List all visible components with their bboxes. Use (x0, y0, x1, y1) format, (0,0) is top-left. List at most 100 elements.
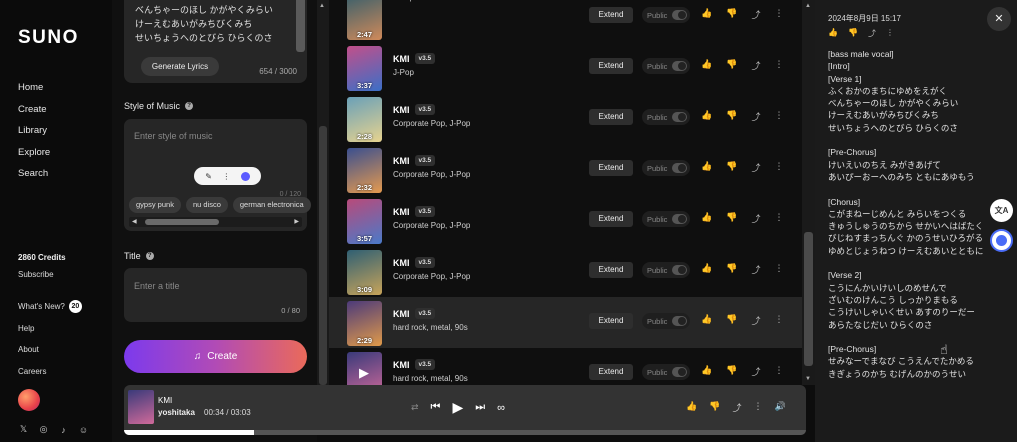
assistant-float-icon[interactable] (990, 229, 1013, 252)
share-icon[interactable]: ⤴ (751, 314, 760, 327)
thumbs-up-icon[interactable]: 👍 (701, 314, 712, 327)
song-cover[interactable]: 2:32 (347, 148, 382, 193)
close-icon[interactable]: ✕ (987, 7, 1011, 31)
thumbs-up-icon[interactable]: 👍 (686, 401, 697, 414)
public-toggle[interactable]: Public (642, 109, 690, 125)
subscribe-link[interactable]: Subscribe (18, 270, 54, 279)
pencil-icon[interactable]: ✎ (205, 172, 212, 181)
list-scrollbar[interactable]: ▲ ▼ (802, 0, 815, 385)
style-tag[interactable]: german electronica (232, 197, 311, 213)
instagram-icon[interactable]: ◎ (38, 424, 49, 435)
song-title[interactable]: KMI (393, 258, 410, 268)
about-link[interactable]: About (18, 339, 82, 361)
more-vertical-icon[interactable]: ⋮ (774, 365, 783, 378)
more-vertical-icon[interactable]: ⋮ (753, 401, 762, 414)
song-cover[interactable]: 2:29 (347, 301, 382, 346)
whats-new-link[interactable]: What's New? 20 (18, 296, 82, 318)
scroll-right-icon[interactable]: ▶ (294, 218, 299, 225)
song-cover[interactable]: 2:47 (347, 0, 382, 40)
extend-button[interactable]: Extend (589, 211, 633, 227)
song-row[interactable]: 2:47 J-Pop Extend Public 👍 👎 ⤴ ⋮ (329, 0, 802, 42)
more-vertical-icon[interactable]: ⋮ (774, 8, 783, 21)
share-icon[interactable]: ⤴ (868, 28, 876, 39)
song-row[interactable]: 3:09 KMI v3.5 Corporate Pop, J-Pop Extend Pub… (329, 246, 802, 297)
extend-button[interactable]: Extend (589, 7, 633, 23)
more-vertical-icon[interactable]: ⋮ (222, 172, 230, 181)
song-title[interactable]: KMI (393, 105, 410, 115)
song-row[interactable]: ▶3:03 KMI v3.5 hard rock, metal, 90s Extend P… (329, 348, 802, 385)
song-cover[interactable]: 2:28 (347, 97, 382, 142)
player-artist[interactable]: yoshitaka (158, 408, 195, 417)
more-vertical-icon[interactable]: ⋮ (774, 212, 783, 225)
share-icon[interactable]: ⤴ (732, 401, 741, 414)
tiktok-icon[interactable]: ♪ (58, 424, 69, 435)
nav-library[interactable]: Library (18, 123, 50, 145)
public-toggle[interactable]: Public (642, 160, 690, 176)
thumbs-down-icon[interactable]: 👎 (726, 263, 737, 276)
play-icon[interactable]: ▶ (452, 399, 463, 416)
song-cover[interactable]: 3:57 (347, 199, 382, 244)
share-icon[interactable]: ⤴ (751, 212, 760, 225)
thumbs-up-icon[interactable]: 👍 (828, 28, 838, 39)
song-title[interactable]: KMI (393, 207, 410, 217)
more-vertical-icon[interactable]: ⋮ (774, 59, 783, 72)
next-icon[interactable]: ⏭ (475, 401, 485, 414)
more-vertical-icon[interactable]: ⋮ (774, 161, 783, 174)
create-button[interactable]: ♫ Create (124, 340, 307, 373)
previous-icon[interactable]: ⏮ (431, 401, 441, 414)
song-title[interactable]: KMI (393, 156, 410, 166)
generate-lyrics-button[interactable]: Generate Lyrics (141, 57, 219, 76)
careers-link[interactable]: Careers (18, 361, 82, 383)
public-toggle[interactable]: Public (642, 58, 690, 74)
share-icon[interactable]: ⤴ (751, 110, 760, 123)
thumbs-down-icon[interactable]: 👎 (726, 8, 737, 21)
nav-search[interactable]: Search (18, 166, 50, 188)
help-link[interactable]: Help (18, 318, 82, 340)
scroll-left-icon[interactable]: ◀ (132, 218, 137, 225)
thumbs-up-icon[interactable]: 👍 (701, 212, 712, 225)
nav-explore[interactable]: Explore (18, 145, 50, 167)
song-cover[interactable]: ▶3:03 (347, 352, 382, 385)
nav-home[interactable]: Home (18, 80, 50, 102)
thumbs-down-icon[interactable]: 👎 (726, 161, 737, 174)
thumbs-up-icon[interactable]: 👍 (701, 8, 712, 21)
thumbs-down-icon[interactable]: 👎 (848, 28, 858, 39)
scroll-down-icon[interactable]: ▼ (805, 376, 811, 382)
thumbs-up-icon[interactable]: 👍 (701, 263, 712, 276)
player-progress[interactable] (124, 430, 806, 435)
extend-button[interactable]: Extend (589, 109, 633, 125)
help-icon[interactable]: ? (185, 102, 194, 110)
title-input[interactable]: Enter a title 0 / 80 (124, 268, 307, 322)
tags-scrollbar[interactable]: ◀ ▶ (129, 217, 302, 227)
song-row[interactable]: 2:32 KMI v3.5 Corporate Pop, J-Pop Extend Pub… (329, 144, 802, 195)
player-title[interactable]: KMI (158, 396, 172, 405)
extend-button[interactable]: Extend (589, 313, 633, 329)
public-toggle[interactable]: Public (642, 262, 690, 278)
extend-button[interactable]: Extend (589, 364, 633, 380)
user-avatar[interactable] (18, 389, 40, 411)
thumbs-down-icon[interactable]: 👎 (726, 314, 737, 327)
public-toggle[interactable]: Public (642, 7, 690, 23)
share-icon[interactable]: ⤴ (751, 263, 760, 276)
public-toggle[interactable]: Public (642, 313, 690, 329)
song-title[interactable]: KMI (393, 54, 410, 64)
style-input[interactable]: Enter style of music ✎ ⋮ 0 / 120 gypsy p… (124, 119, 311, 231)
x-icon[interactable]: 𝕏 (18, 424, 29, 435)
thumbs-up-icon[interactable]: 👍 (701, 365, 712, 378)
thumbs-up-icon[interactable]: 👍 (701, 59, 712, 72)
share-icon[interactable]: ⤴ (751, 365, 760, 378)
public-toggle[interactable]: Public (642, 364, 690, 380)
lyrics-textarea[interactable]: べんちゃーのほし かがやくみらい けーえむあいがみちびくみち せいちょうへのとび… (124, 0, 307, 83)
thumbs-down-icon[interactable]: 👎 (726, 110, 737, 123)
assistant-icon[interactable] (240, 171, 250, 181)
thumbs-down-icon[interactable]: 👎 (709, 401, 720, 414)
share-icon[interactable]: ⤴ (751, 8, 760, 21)
scroll-up-icon[interactable]: ▲ (805, 3, 811, 9)
volume-icon[interactable]: 🔊 (774, 401, 785, 414)
extend-button[interactable]: Extend (589, 160, 633, 176)
form-scrollbar[interactable]: ▲ (317, 0, 329, 385)
scroll-up-icon[interactable]: ▲ (319, 3, 325, 9)
thumbs-down-icon[interactable]: 👎 (726, 212, 737, 225)
more-vertical-icon[interactable]: ⋮ (774, 314, 783, 327)
song-row[interactable]: 3:57 KMI v3.5 Corporate Pop, J-Pop Extend Pub… (329, 195, 802, 246)
